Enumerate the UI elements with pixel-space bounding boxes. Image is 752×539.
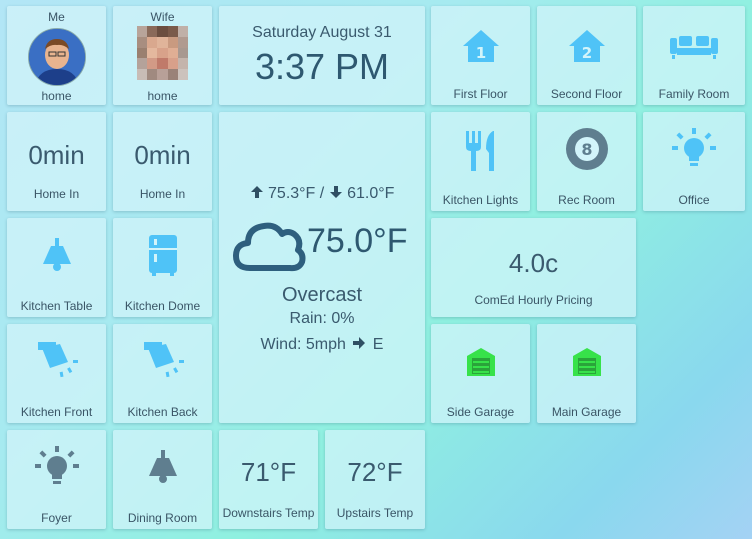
svg-text:8: 8 <box>581 140 592 159</box>
arrow-up-icon <box>250 186 263 198</box>
garage-main-tile[interactable]: Main Garage <box>537 324 636 423</box>
fridge-icon <box>148 235 177 276</box>
weather-rain: Rain: 0% <box>289 310 355 327</box>
presence-state: home <box>147 89 178 103</box>
room-label: Rec Room <box>558 193 615 207</box>
room-label: Kitchen Lights <box>442 193 519 207</box>
arrow-right-icon <box>353 337 366 349</box>
eta-value: 0min <box>28 140 85 170</box>
temp-label: Downstairs Temp <box>222 506 315 520</box>
light-foyer-tile[interactable]: Foyer <box>7 430 106 529</box>
weather-wind: Wind: 5mph <box>260 336 346 353</box>
lightbulb-icon <box>34 446 79 484</box>
svg-text:1: 1 <box>475 44 485 62</box>
weather-temp: 75.0°F <box>307 222 408 260</box>
pendant-lamp-icon <box>42 238 71 271</box>
garage-icon <box>466 348 495 376</box>
eta-label: Home In <box>139 187 186 201</box>
weather-low: 61.0°F <box>347 185 395 202</box>
weather-high: 75.3°F / <box>268 185 325 202</box>
light-label: Dining Room <box>127 511 198 525</box>
lightbulb-icon <box>672 128 716 166</box>
eta-label: Home In <box>33 187 80 201</box>
light-label: Kitchen Dome <box>124 299 201 313</box>
pricing-label: ComEd Hourly Pricing <box>474 293 593 307</box>
pendant-lamp-icon <box>148 450 177 483</box>
weather-wind-direction: E <box>372 336 384 353</box>
room-label: Second Floor <box>550 87 623 101</box>
presence-me-tile[interactable]: Me home <box>7 6 106 105</box>
room-label: Office <box>678 193 710 207</box>
clock-tile: Saturday August 31 3:37 PM <box>219 6 425 105</box>
light-kitchen-table-tile[interactable]: Kitchen Table <box>7 218 106 317</box>
garage-icon <box>572 348 601 376</box>
garage-side-tile[interactable]: Side Garage <box>431 324 530 423</box>
temp-value: 72°F <box>347 457 403 487</box>
room-kitchen-lights-tile[interactable]: Kitchen Lights <box>431 112 530 211</box>
room-office-tile[interactable]: Office <box>643 112 745 211</box>
house-two-icon: 2 <box>568 30 605 62</box>
eta-value: 0min <box>134 140 191 170</box>
temp-downstairs-tile[interactable]: 71°F Downstairs Temp <box>219 430 318 529</box>
eta-me-tile[interactable]: 0min Home In <box>7 112 106 211</box>
room-rec-room-tile[interactable]: 8 Rec Room <box>537 112 636 211</box>
room-second-floor-tile[interactable]: 2 Second Floor <box>537 6 636 105</box>
room-family-room-tile[interactable]: Family Room <box>643 6 745 105</box>
arrow-down-icon <box>329 186 342 198</box>
temp-value: 71°F <box>240 457 297 487</box>
clock-date: Saturday August 31 <box>252 24 392 41</box>
light-label: Foyer <box>41 511 72 525</box>
clock-time: 3:37 PM <box>254 46 390 87</box>
light-dining-room-tile[interactable]: Dining Room <box>113 430 212 529</box>
garage-label: Side Garage <box>446 405 515 419</box>
light-label: Kitchen Table <box>20 299 93 313</box>
pricing-tile[interactable]: 4.0c ComEd Hourly Pricing <box>431 218 636 317</box>
weather-tile[interactable]: 75.3°F / 61.0°F 75.0°F Overcast Rain: 0%… <box>219 112 425 423</box>
light-kitchen-back-tile[interactable]: Kitchen Back <box>113 324 212 423</box>
light-kitchen-front-tile[interactable]: Kitchen Front <box>7 324 106 423</box>
cloud-icon <box>233 222 306 272</box>
room-label: Family Room <box>658 87 730 101</box>
avatar <box>136 26 189 80</box>
light-kitchen-dome-tile[interactable]: Kitchen Dome <box>113 218 212 317</box>
presence-wife-tile[interactable]: Wife home <box>113 6 212 105</box>
weather-wind-row: Wind: 5mph E <box>219 336 425 354</box>
eight-ball-icon: 8 <box>565 128 608 170</box>
fork-knife-icon <box>465 131 494 171</box>
pricing-value: 4.0c <box>508 248 559 278</box>
presence-state: home <box>41 89 72 103</box>
garage-label: Main Garage <box>551 405 622 419</box>
eta-wife-tile[interactable]: 0min Home In <box>113 112 212 211</box>
presence-title: Me <box>48 10 65 24</box>
presence-title: Wife <box>150 10 175 24</box>
light-label: Kitchen Back <box>127 405 198 419</box>
sofa-icon <box>670 36 718 59</box>
svg-text:2: 2 <box>581 44 591 62</box>
light-label: Kitchen Front <box>20 405 93 419</box>
avatar <box>27 28 86 86</box>
room-label: First Floor <box>453 87 508 101</box>
spotlight-icon <box>143 342 184 378</box>
spotlight-icon <box>37 342 78 378</box>
temp-upstairs-tile[interactable]: 72°F Upstairs Temp <box>325 430 425 529</box>
room-first-floor-tile[interactable]: 1 First Floor <box>431 6 530 105</box>
weather-condition: Overcast <box>281 284 363 306</box>
weather-high-low: 75.3°F / 61.0°F <box>219 185 425 203</box>
house-one-icon: 1 <box>462 30 499 62</box>
temp-label: Upstairs Temp <box>336 506 414 520</box>
